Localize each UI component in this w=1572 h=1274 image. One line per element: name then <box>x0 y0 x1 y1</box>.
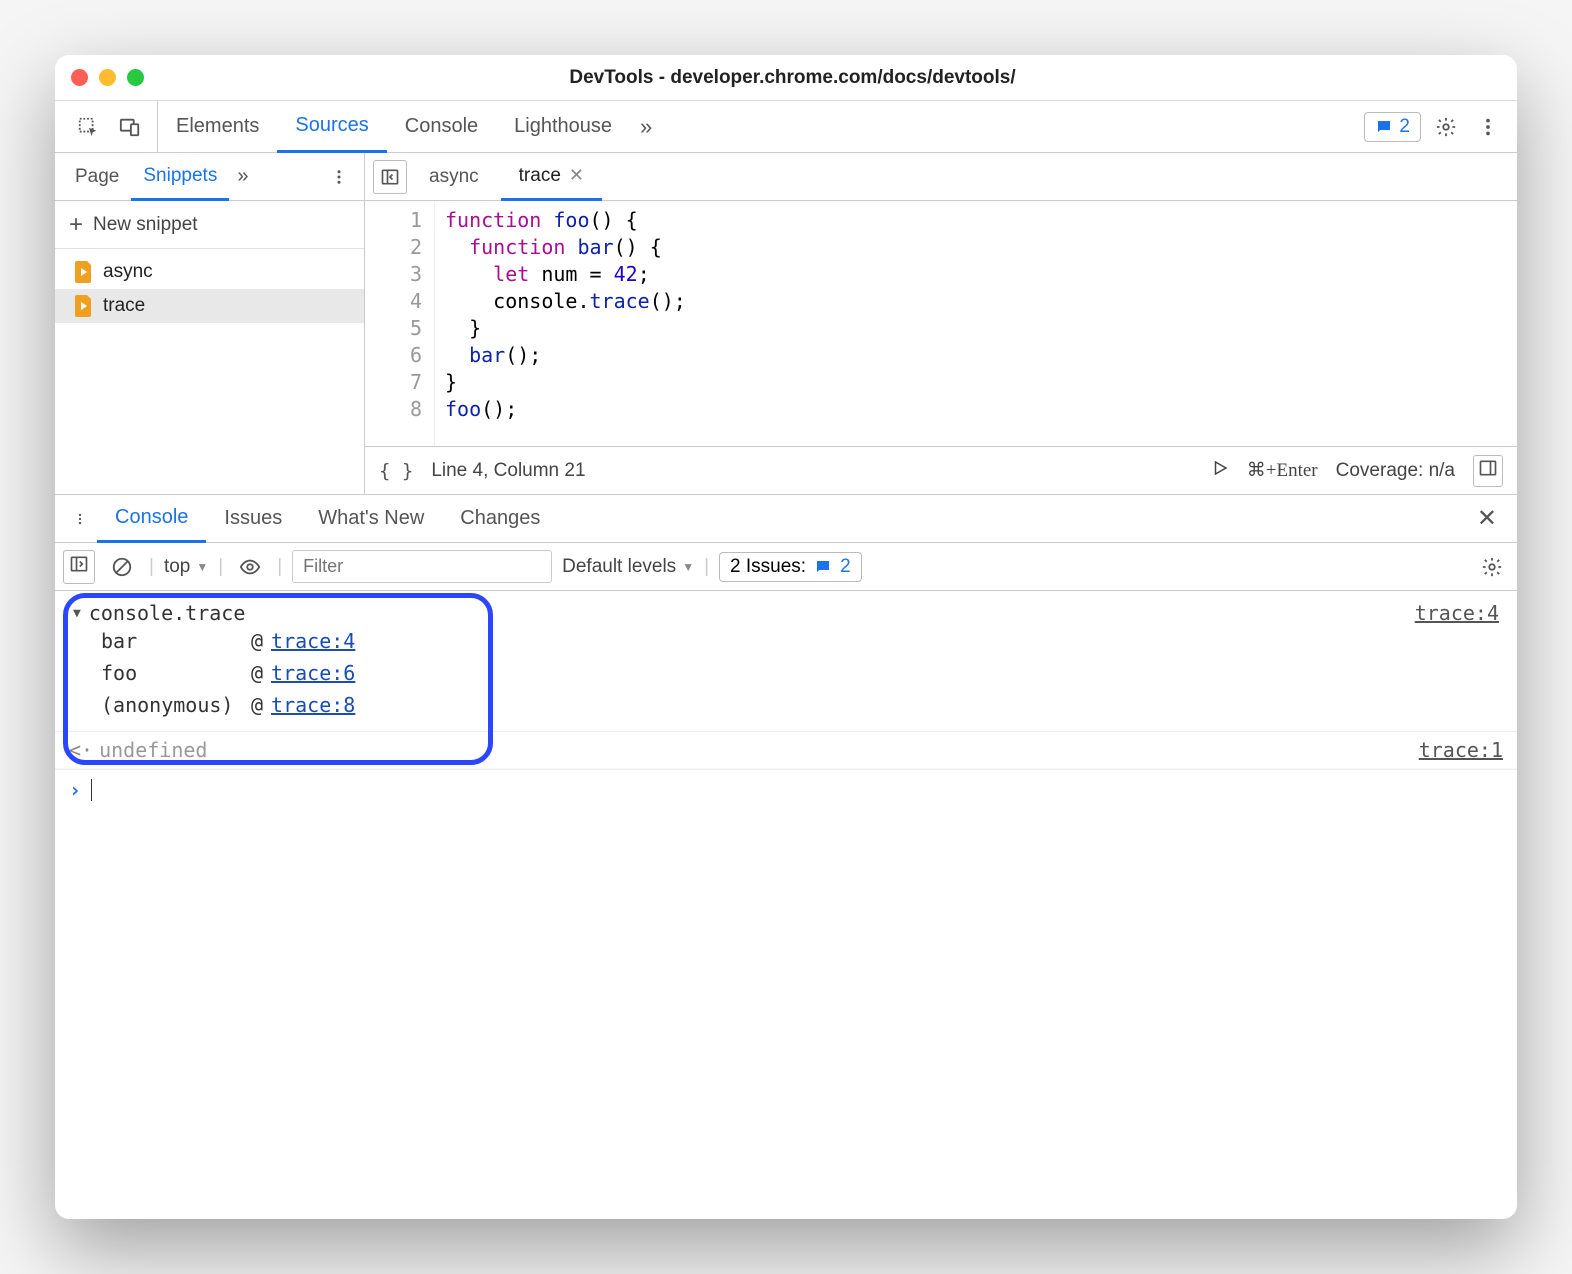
toggle-debugger-icon[interactable] <box>1473 455 1503 487</box>
stack-frame: bar@ trace:4 <box>73 625 1499 657</box>
chevron-down-icon: ▼ <box>682 560 694 574</box>
editor-tabs: async trace ✕ <box>365 153 1517 201</box>
stack-function: bar <box>101 629 251 653</box>
window-title: DevTools - developer.chrome.com/docs/dev… <box>84 67 1501 89</box>
run-snippet-icon[interactable] <box>1211 459 1229 483</box>
tab-sources[interactable]: Sources <box>277 102 386 153</box>
disclosure-triangle-icon[interactable]: ▼ <box>73 606 81 621</box>
prompt-chevron-icon: › <box>69 778 81 802</box>
tab-console[interactable]: Console <box>387 101 496 152</box>
tab-page[interactable]: Page <box>63 153 131 200</box>
main-tabs: Elements Sources Console Lighthouse » <box>158 101 662 152</box>
return-arrow-icon: <· <box>69 738 93 762</box>
issues-count: 2 <box>1399 116 1410 138</box>
console-filter-input[interactable] <box>292 550 552 583</box>
toggle-navigator-icon[interactable] <box>373 160 407 194</box>
coverage-label: Coverage: n/a <box>1336 460 1455 482</box>
source-link[interactable]: trace:1 <box>1419 738 1503 762</box>
chevron-down-icon: ▼ <box>196 560 208 574</box>
settings-icon[interactable] <box>1429 110 1463 144</box>
navigator-sidebar: Page Snippets » + New snippet async trac… <box>55 153 365 494</box>
return-value: undefined <box>99 738 207 762</box>
stack-at: @ <box>251 693 263 717</box>
stack-at: @ <box>251 661 263 685</box>
filter-field[interactable] <box>303 556 541 577</box>
context-selector[interactable]: top ▼ <box>164 556 208 578</box>
drawer-tabs: Console Issues What's New Changes ✕ <box>55 495 1517 543</box>
plus-icon: + <box>69 211 83 239</box>
navigator-more-button[interactable]: » <box>229 165 256 188</box>
drawer-tab-console[interactable]: Console <box>97 496 206 543</box>
new-snippet-button[interactable]: + New snippet <box>55 201 364 249</box>
source-link[interactable]: trace:4 <box>1415 601 1499 625</box>
drawer-tab-changes[interactable]: Changes <box>442 495 558 542</box>
devtools-window: DevTools - developer.chrome.com/docs/dev… <box>55 55 1517 1219</box>
snippet-item-async[interactable]: async <box>55 255 364 289</box>
snippet-file-icon <box>75 295 93 317</box>
tab-elements[interactable]: Elements <box>158 101 277 152</box>
stack-source-link[interactable]: trace:6 <box>271 661 355 685</box>
snippet-name: trace <box>103 295 145 317</box>
run-shortcut-label: ⌘+Enter <box>1247 459 1318 482</box>
console-settings-icon[interactable] <box>1475 550 1509 584</box>
tab-lighthouse[interactable]: Lighthouse <box>496 101 630 152</box>
clear-console-icon[interactable] <box>105 550 139 584</box>
main-toolbar: Elements Sources Console Lighthouse » 2 <box>55 101 1517 153</box>
editor-status-bar: { } Line 4, Column 21 ⌘+Enter Coverage: … <box>365 446 1517 494</box>
stack-at: @ <box>251 629 263 653</box>
editor-tab-label: trace <box>519 165 561 187</box>
editor-tab-async[interactable]: async <box>411 153 497 200</box>
drawer-tab-whatsnew[interactable]: What's New <box>300 495 442 542</box>
navigator-tabs: Page Snippets » <box>55 153 364 201</box>
snippet-item-trace[interactable]: trace <box>55 289 364 323</box>
snippet-file-icon <box>75 261 93 283</box>
more-tabs-button[interactable]: » <box>630 114 662 140</box>
console-sidebar-toggle-icon[interactable] <box>63 550 95 584</box>
stack-function: (anonymous) <box>101 693 251 717</box>
stack-frame: foo@ trace:6 <box>73 657 1499 689</box>
text-caret <box>91 779 92 801</box>
code-editor: async trace ✕ 12345678 function foo() { … <box>365 153 1517 494</box>
console-output: ▼ console.trace trace:4 bar@trace:4foo@t… <box>55 591 1517 1219</box>
editor-tab-trace[interactable]: trace ✕ <box>501 154 602 201</box>
sources-panel: Page Snippets » + New snippet async trac… <box>55 153 1517 495</box>
context-label: top <box>164 556 190 578</box>
live-expression-icon[interactable] <box>233 550 267 584</box>
drawer-kebab-icon[interactable] <box>63 502 97 536</box>
log-levels-selector[interactable]: Default levels ▼ <box>562 556 694 578</box>
stack-source-link[interactable]: trace:4 <box>271 629 355 653</box>
drawer: Console Issues What's New Changes ✕ | to… <box>55 495 1517 1219</box>
drawer-tab-issues[interactable]: Issues <box>206 495 300 542</box>
console-issues-button[interactable]: 2 Issues: 2 <box>719 552 862 582</box>
stack-source-link[interactable]: trace:8 <box>271 693 355 717</box>
levels-label: Default levels <box>562 556 676 578</box>
stack-frame: (anonymous)@ trace:8 <box>73 689 1499 721</box>
device-toggle-icon[interactable] <box>113 110 147 144</box>
kebab-menu-icon[interactable] <box>1471 110 1505 144</box>
snippets-list: async trace <box>55 249 364 494</box>
drawer-close-icon[interactable]: ✕ <box>1465 504 1509 533</box>
issues-pill[interactable]: 2 <box>1364 112 1421 142</box>
console-trace-entry: ▼ console.trace trace:4 bar@trace:4foo@t… <box>55 591 1517 731</box>
stack-function: foo <box>101 661 251 685</box>
close-tab-icon[interactable]: ✕ <box>569 165 584 186</box>
editor-tab-label: async <box>429 166 479 188</box>
navigator-kebab-icon[interactable] <box>322 160 356 194</box>
titlebar: DevTools - developer.chrome.com/docs/dev… <box>55 55 1517 101</box>
cursor-position: Line 4, Column 21 <box>431 460 585 482</box>
tab-snippets[interactable]: Snippets <box>131 154 229 201</box>
editor-body[interactable]: 12345678 function foo() { function bar()… <box>365 201 1517 446</box>
snippet-name: async <box>103 261 153 283</box>
trace-header: console.trace <box>89 601 246 625</box>
issues-label: 2 Issues: <box>730 556 806 578</box>
issues-count: 2 <box>840 556 851 578</box>
pretty-print-icon[interactable]: { } <box>379 460 413 482</box>
console-prompt-row[interactable]: › <box>55 769 1517 810</box>
console-toolbar: | top ▼ | | Default levels ▼ | 2 Issues:… <box>55 543 1517 591</box>
new-snippet-label: New snippet <box>93 214 198 236</box>
line-gutter: 12345678 <box>365 201 435 446</box>
code-content[interactable]: function foo() { function bar() { let nu… <box>435 201 1517 446</box>
console-return-row: <· undefined trace:1 <box>55 731 1517 769</box>
inspect-element-icon[interactable] <box>71 110 105 144</box>
